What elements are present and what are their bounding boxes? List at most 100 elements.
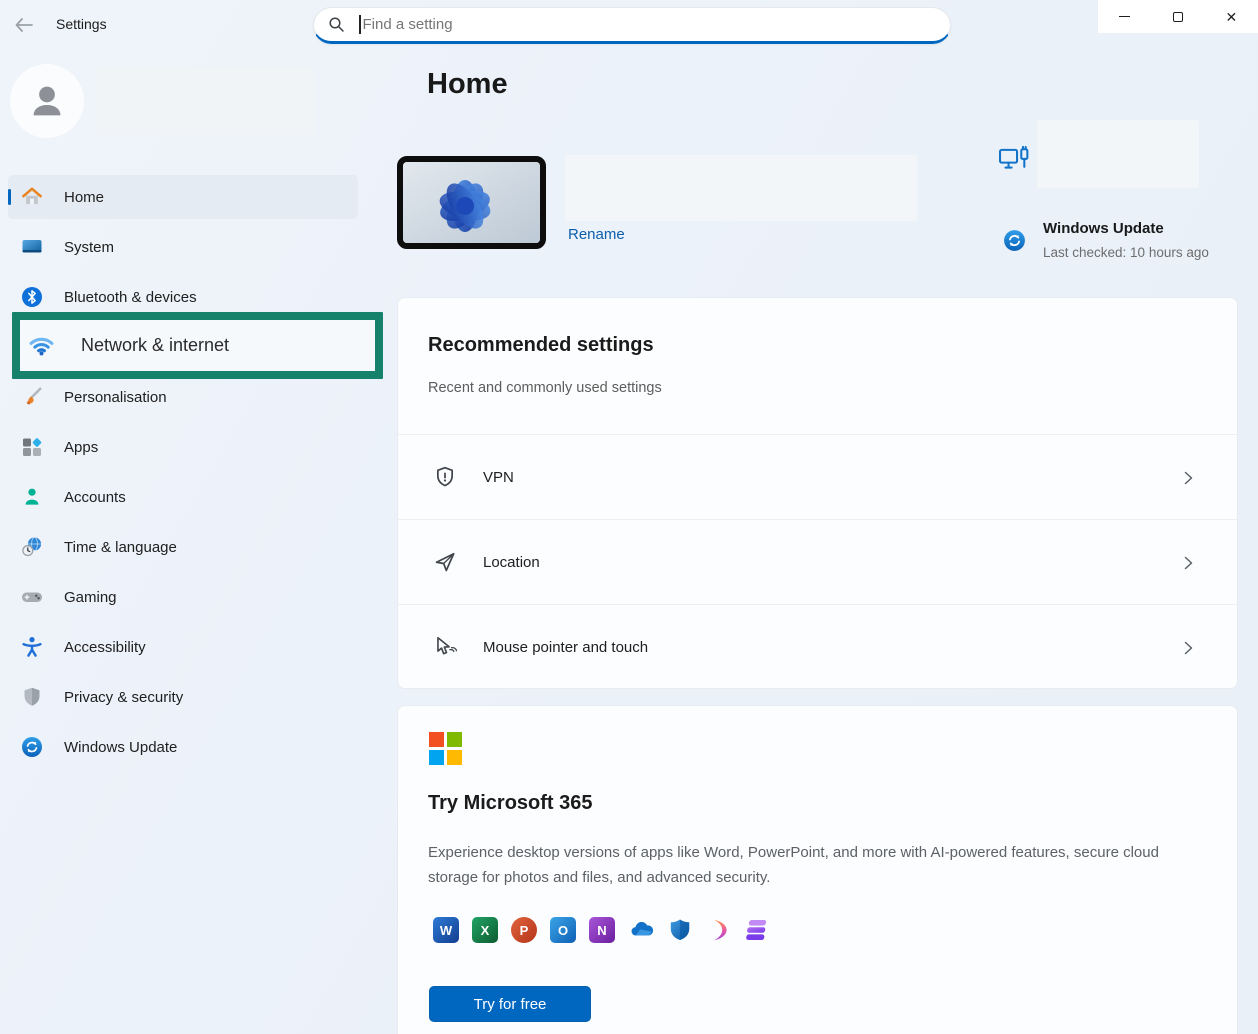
person-icon bbox=[24, 78, 70, 124]
vpn-shield-icon bbox=[432, 464, 458, 490]
m365-description: Experience desktop versions of apps like… bbox=[428, 840, 1188, 890]
sidebar-item-accounts[interactable]: Accounts bbox=[8, 475, 358, 519]
ms-logo-red bbox=[429, 732, 444, 747]
clipchamp-icon bbox=[745, 917, 771, 943]
close-icon: ✕ bbox=[1225, 10, 1237, 24]
accessibility-icon bbox=[20, 635, 44, 659]
sidebar-item-label: System bbox=[64, 239, 114, 256]
sidebar-item-label: Accounts bbox=[64, 489, 126, 506]
device-wallpaper-thumbnail bbox=[397, 156, 546, 249]
sidebar-item-label: Personalisation bbox=[64, 389, 167, 406]
search-placeholder: Find a setting bbox=[363, 16, 453, 33]
accounts-person-icon bbox=[20, 485, 44, 509]
chevron-right-icon bbox=[1182, 556, 1195, 570]
rename-link[interactable]: Rename bbox=[568, 226, 625, 243]
profile-name-redacted bbox=[96, 68, 315, 135]
paintbrush-icon bbox=[20, 385, 44, 409]
app-title: Settings bbox=[56, 16, 107, 32]
gamepad-icon bbox=[20, 585, 44, 609]
sidebar-item-label: Home bbox=[64, 189, 104, 206]
search-input[interactable]: Find a setting bbox=[313, 7, 951, 44]
device-name-redacted bbox=[565, 155, 917, 221]
settings-window: Settings Find a setting ✕ Home bbox=[0, 0, 1258, 1034]
defender-icon bbox=[667, 917, 693, 943]
sidebar-item-label: Privacy & security bbox=[64, 689, 183, 706]
apps-icon bbox=[20, 435, 44, 459]
maximize-icon bbox=[1173, 12, 1183, 22]
selected-accent-bar bbox=[8, 189, 11, 205]
chevron-right-icon bbox=[1182, 471, 1195, 485]
wifi-icon bbox=[28, 332, 55, 359]
shield-icon bbox=[20, 685, 44, 709]
sidebar-item-label: Bluetooth & devices bbox=[64, 289, 197, 306]
sidebar-item-windows-update[interactable]: Windows Update bbox=[8, 725, 358, 769]
close-button[interactable]: ✕ bbox=[1205, 0, 1258, 33]
m365-title: Try Microsoft 365 bbox=[428, 792, 593, 815]
chevron-right-icon bbox=[1182, 641, 1195, 655]
outlook-icon: O bbox=[550, 917, 576, 943]
setting-row-vpn[interactable]: VPN bbox=[398, 434, 1237, 519]
recommended-settings-title: Recommended settings bbox=[428, 334, 654, 357]
maximize-button[interactable] bbox=[1151, 0, 1204, 33]
onenote-icon: N bbox=[589, 917, 615, 943]
sidebar-item-label: Time & language bbox=[64, 539, 177, 556]
annotation-highlight-box: Network & internet bbox=[12, 312, 383, 379]
windows-update-status[interactable]: Windows Update Last checked: 10 hours ag… bbox=[1000, 218, 1240, 270]
mouse-pointer-icon bbox=[432, 634, 458, 660]
sidebar-item-accessibility[interactable]: Accessibility bbox=[8, 625, 358, 669]
page-title: Home bbox=[427, 68, 508, 101]
clock-globe-icon bbox=[20, 535, 44, 559]
recommended-settings-card: Recommended settings Recent and commonly… bbox=[397, 297, 1238, 689]
home-icon bbox=[20, 185, 44, 209]
window-controls: ✕ bbox=[1098, 0, 1258, 33]
setting-row-location[interactable]: Location bbox=[398, 519, 1237, 604]
sidebar-item-privacy-security[interactable]: Privacy & security bbox=[8, 675, 358, 719]
network-name-redacted bbox=[1037, 120, 1199, 188]
sidebar-item-label: Gaming bbox=[64, 589, 117, 606]
sidebar-item-label: Apps bbox=[64, 439, 98, 456]
system-icon bbox=[20, 235, 44, 259]
sidebar-item-label: Windows Update bbox=[64, 739, 177, 756]
m365-app-icons: W X P O N bbox=[433, 917, 771, 943]
excel-icon: X bbox=[472, 917, 498, 943]
setting-row-label: Location bbox=[483, 554, 540, 571]
sidebar-item-label: Accessibility bbox=[64, 639, 146, 656]
minimize-button[interactable] bbox=[1098, 0, 1151, 33]
setting-row-label: Mouse pointer and touch bbox=[483, 639, 648, 656]
back-button[interactable] bbox=[10, 13, 38, 37]
designer-icon bbox=[706, 917, 732, 943]
sidebar-item-personalisation[interactable]: Personalisation bbox=[8, 375, 358, 419]
setting-row-label: VPN bbox=[483, 469, 514, 486]
windows-update-icon bbox=[20, 735, 44, 759]
ms-logo-green bbox=[447, 732, 462, 747]
microsoft-365-promo-card: Try Microsoft 365 Experience desktop ver… bbox=[397, 705, 1238, 1034]
windows-update-icon bbox=[1002, 228, 1027, 253]
setting-row-mouse-pointer-touch[interactable]: Mouse pointer and touch bbox=[398, 604, 1237, 689]
minimize-icon bbox=[1119, 16, 1130, 17]
word-icon: W bbox=[433, 917, 459, 943]
avatar[interactable] bbox=[10, 64, 84, 138]
sidebar-item-time-language[interactable]: Time & language bbox=[8, 525, 358, 569]
location-arrow-icon bbox=[432, 549, 458, 575]
windows-bloom-wallpaper bbox=[403, 162, 540, 243]
powerpoint-icon: P bbox=[511, 917, 537, 943]
bluetooth-icon bbox=[20, 285, 44, 309]
text-caret bbox=[359, 15, 361, 34]
ethernet-device-icon bbox=[998, 145, 1030, 179]
ms-logo-blue bbox=[429, 750, 444, 765]
windows-update-title: Windows Update bbox=[1043, 220, 1164, 237]
microsoft-logo bbox=[429, 732, 462, 765]
sidebar-item-gaming[interactable]: Gaming bbox=[8, 575, 358, 619]
sidebar-item-apps[interactable]: Apps bbox=[8, 425, 358, 469]
windows-update-status-text: Last checked: 10 hours ago bbox=[1043, 245, 1209, 260]
ms-logo-yellow bbox=[447, 750, 462, 765]
back-arrow-icon bbox=[14, 17, 34, 33]
recommended-settings-subtitle: Recent and commonly used settings bbox=[428, 380, 662, 396]
sidebar-item-label: Network & internet bbox=[81, 335, 229, 356]
sidebar-item-system[interactable]: System bbox=[8, 225, 358, 269]
recommended-settings-header: Recommended settings Recent and commonly… bbox=[398, 298, 1237, 434]
search-icon bbox=[328, 16, 345, 33]
sidebar-item-network-internet[interactable]: Network & internet bbox=[20, 332, 375, 359]
sidebar-item-home[interactable]: Home bbox=[8, 175, 358, 219]
try-for-free-button[interactable]: Try for free bbox=[429, 986, 591, 1022]
